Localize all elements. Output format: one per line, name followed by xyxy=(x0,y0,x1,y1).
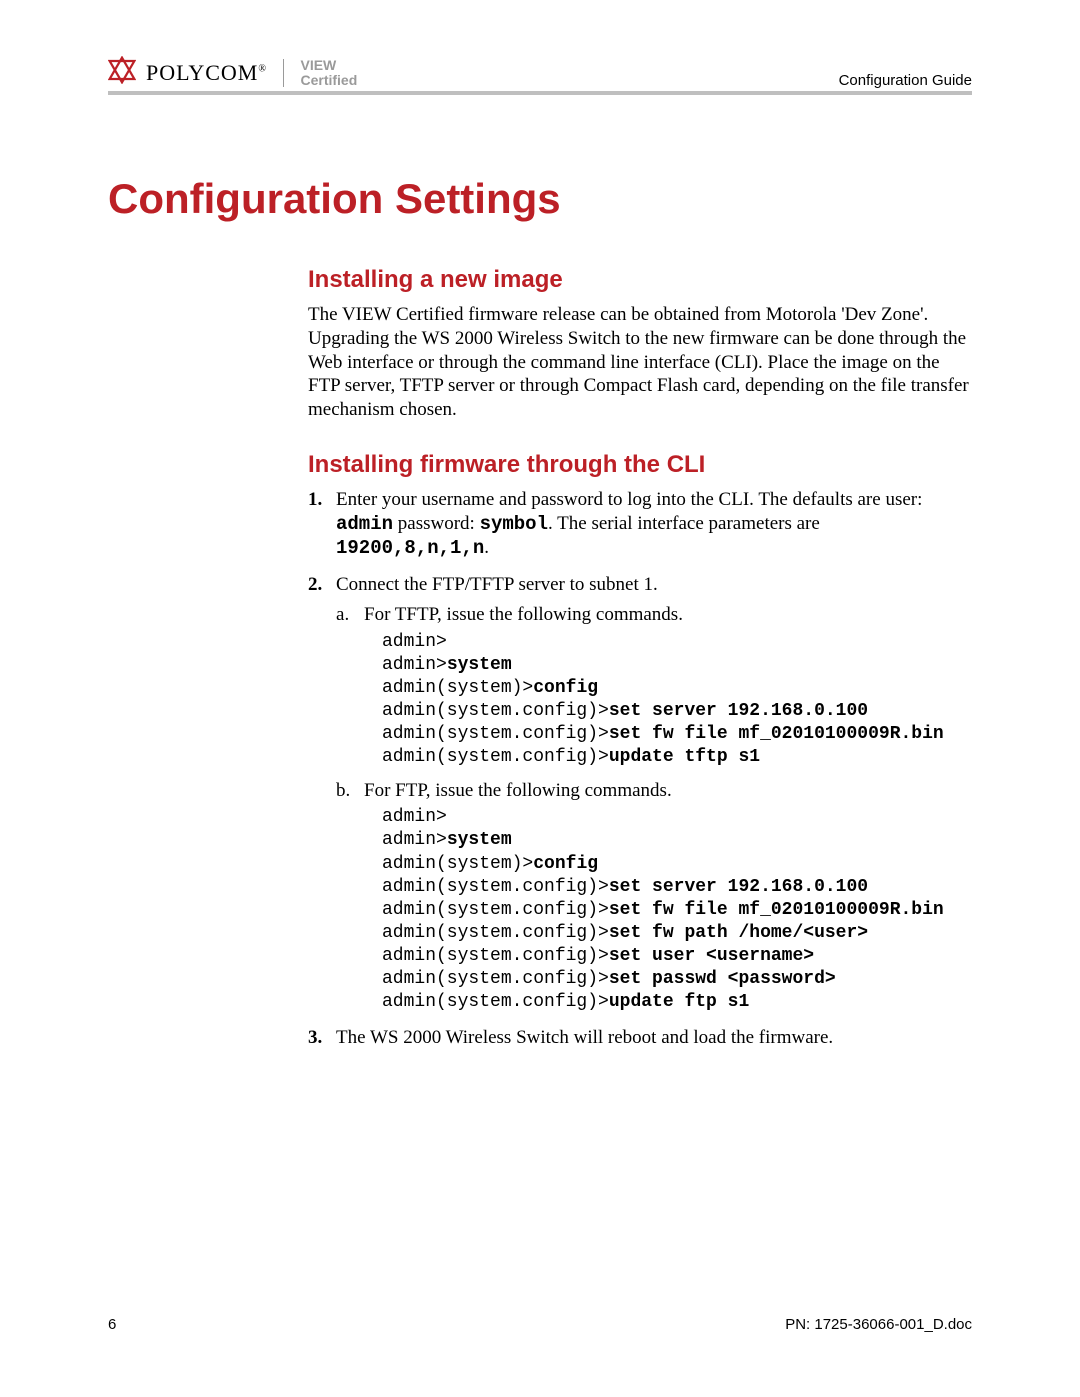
step1-post2: . xyxy=(484,537,489,558)
trademark-symbol: ® xyxy=(258,63,267,74)
brand-tag-line1: VIEW xyxy=(300,57,336,73)
section-heading-install-image: Installing a new image xyxy=(308,265,972,295)
brand-tagline: VIEW Certified xyxy=(300,58,357,87)
step1-mid: password: xyxy=(393,513,480,534)
page-main: Configuration Settings Installing a new … xyxy=(108,95,972,1049)
polycom-logo-icon xyxy=(108,56,136,89)
page-number: 6 xyxy=(108,1316,116,1333)
step-2-text: Connect the FTP/TFTP server to subnet 1. xyxy=(336,574,658,595)
step-3-text: The WS 2000 Wireless Switch will reboot … xyxy=(336,1027,833,1048)
step1-pre: Enter your username and password to log … xyxy=(336,489,922,510)
step1-user: admin xyxy=(336,513,393,535)
step-2b-text: For FTP, issue the following commands. xyxy=(364,780,672,801)
page-footer: 6 PN: 1725-36066-001_D.doc xyxy=(108,1316,972,1333)
page-header: POLYCOM® VIEW Certified Configuration Gu… xyxy=(108,56,972,95)
section-heading-cli: Installing firmware through the CLI xyxy=(308,450,972,480)
guide-label: Configuration Guide xyxy=(839,72,972,89)
page-title: Configuration Settings xyxy=(108,175,972,223)
part-number: PN: 1725-36066-001_D.doc xyxy=(785,1316,972,1333)
step-1: Enter your username and password to log … xyxy=(308,488,972,561)
step-1-text: Enter your username and password to log … xyxy=(336,489,922,559)
brand-name: POLYCOM® xyxy=(146,60,267,86)
cmd-block-ftp: admin> admin>system admin(system)>config… xyxy=(382,806,972,1013)
brand-block: POLYCOM® VIEW Certified xyxy=(108,56,357,89)
cmd-block-tftp: admin> admin>system admin(system)>config… xyxy=(382,631,972,769)
brand-tag-line2: Certified xyxy=(300,72,357,88)
brand-separator xyxy=(283,59,285,87)
step-2-substeps: For TFTP, issue the following commands. … xyxy=(336,603,972,1014)
document-page: POLYCOM® VIEW Certified Configuration Gu… xyxy=(0,0,1080,1397)
body-block: Installing a new image The VIEW Certifie… xyxy=(308,265,972,1049)
step-2a: For TFTP, issue the following commands. … xyxy=(336,603,972,769)
step1-post1: . The serial interface parameters are xyxy=(548,513,820,534)
step-3: The WS 2000 Wireless Switch will reboot … xyxy=(308,1026,972,1050)
step-2b: For FTP, issue the following commands. a… xyxy=(336,779,972,1014)
section1-paragraph: The VIEW Certified firmware release can … xyxy=(308,303,972,422)
step1-params: 19200,8,n,1,n xyxy=(336,537,484,559)
step-2a-text: For TFTP, issue the following commands. xyxy=(364,604,683,625)
step1-pass: symbol xyxy=(480,513,548,535)
step-list: Enter your username and password to log … xyxy=(308,488,972,1050)
step-2: Connect the FTP/TFTP server to subnet 1.… xyxy=(308,573,972,1014)
